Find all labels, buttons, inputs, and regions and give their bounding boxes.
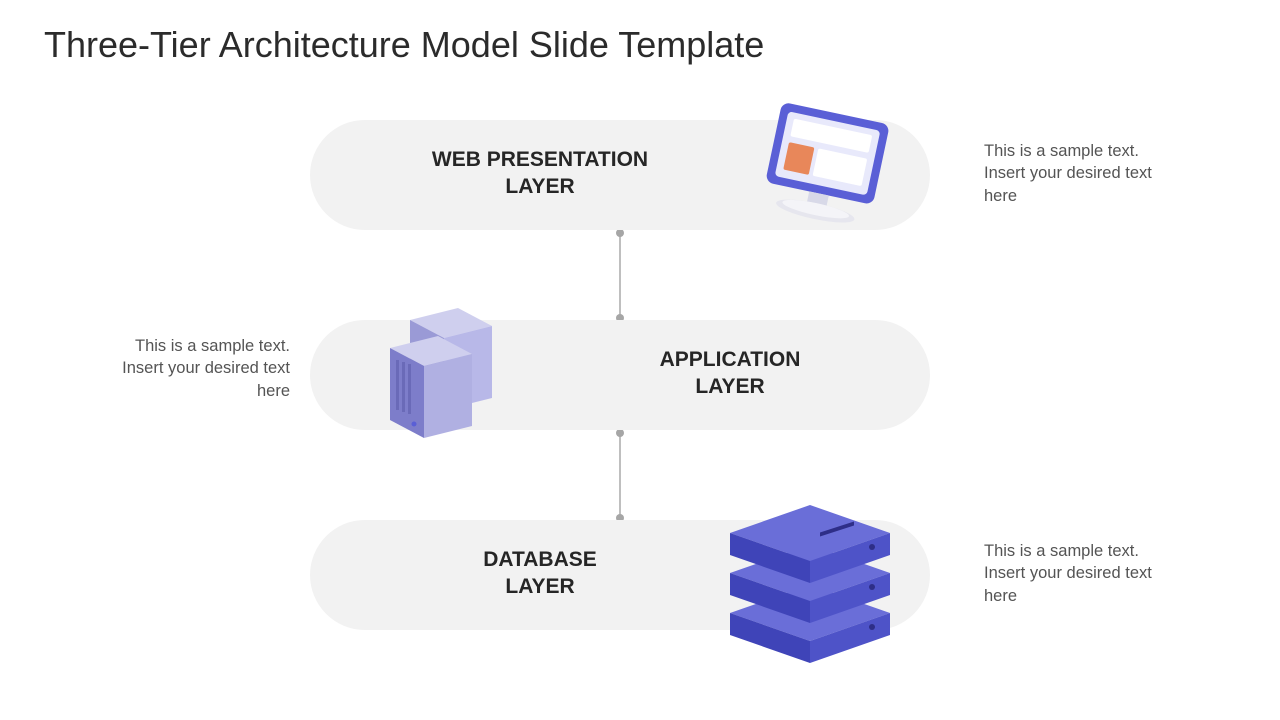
diagram-stage: WEB PRESENTATION LAYER This is a sample …	[0, 110, 1280, 710]
connector-line	[619, 432, 621, 518]
connector-dot	[616, 429, 624, 437]
servers-icon	[370, 290, 530, 450]
tier-label-line2: LAYER	[505, 175, 574, 198]
database-stack-icon	[720, 495, 920, 685]
connector-dot	[616, 229, 624, 237]
tier-caption: This is a sample text. Insert your desir…	[984, 140, 1184, 207]
tier-label: APPLICATION LAYER	[600, 346, 860, 401]
connector-line	[619, 232, 621, 318]
tier-label-line1: DATABASE	[483, 548, 597, 571]
tier-label: DATABASE LAYER	[410, 546, 670, 601]
tier-label: WEB PRESENTATION LAYER	[410, 146, 670, 201]
tier-caption: This is a sample text. Insert your desir…	[100, 335, 290, 402]
slide-title: Three-Tier Architecture Model Slide Temp…	[44, 24, 764, 66]
monitor-icon	[744, 100, 904, 250]
tier-label-line1: APPLICATION	[660, 348, 801, 371]
tier-label-line1: WEB PRESENTATION	[432, 148, 648, 171]
tier-caption: This is a sample text. Insert your desir…	[984, 540, 1184, 607]
tier-label-line2: LAYER	[505, 575, 574, 598]
tier-label-line2: LAYER	[695, 375, 764, 398]
